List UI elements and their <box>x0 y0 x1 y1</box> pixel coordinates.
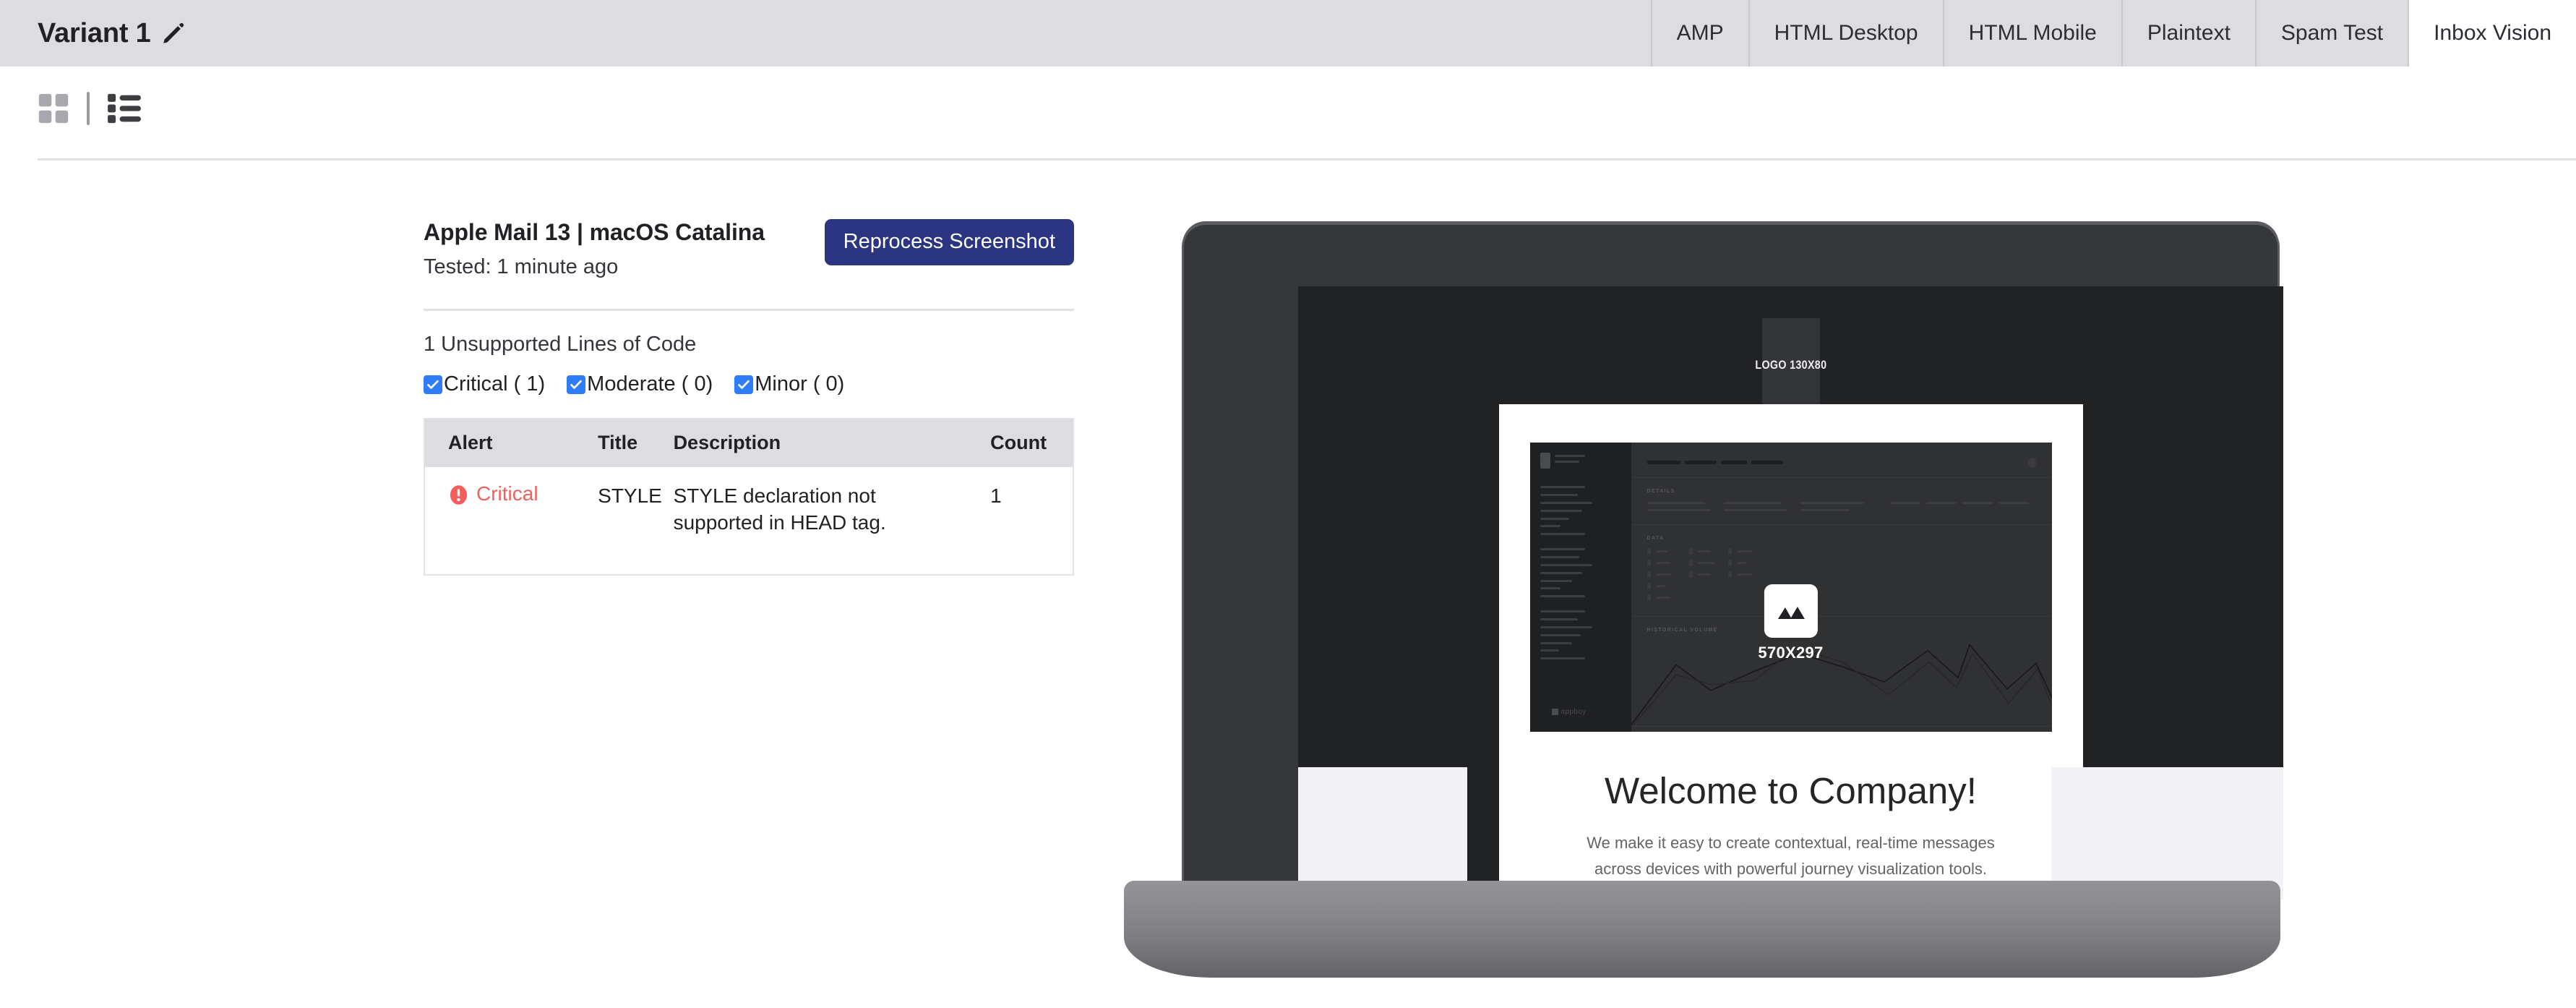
tested-timestamp: Tested: 1 minute ago <box>424 255 619 278</box>
laptop-base <box>1124 881 2280 978</box>
tab-html-desktop[interactable]: HTML Desktop <box>1748 0 1943 67</box>
dashboard-line-chart <box>1631 644 2052 728</box>
dashboard-brand: appboy <box>1560 708 1587 716</box>
cell-alert: Critical <box>424 467 598 575</box>
toolbar-divider <box>38 158 2576 161</box>
device-name: Apple Mail 13 | macOS Catalina <box>424 219 765 245</box>
header-spacer <box>186 0 1651 67</box>
email-screenshot-viewport: LOGO 130X80 appboy DETAILS DATA HISTORIC… <box>1298 286 2283 900</box>
tab-spam-test[interactable]: Spam Test <box>2254 0 2408 67</box>
column-header-count: Count <box>990 419 1073 468</box>
alerts-table-body: Critical STYLE STYLE declaration not sup… <box>424 467 1073 575</box>
table-row: Critical STYLE STYLE declaration not sup… <box>424 467 1073 575</box>
image-placeholder: 570X297 <box>1758 584 1823 662</box>
status-badge: Critical <box>448 483 598 505</box>
email-heading: Welcome to Company! <box>1605 770 1977 811</box>
alerts-table: Alert Title Description Count Critical S… <box>424 418 1074 576</box>
tab-amp[interactable]: AMP <box>1650 0 1748 67</box>
table-header-row: Alert Title Description Count <box>424 419 1073 468</box>
filter-minor-label: Minor ( 0) <box>755 372 845 396</box>
alerts-table-head: Alert Title Description Count <box>424 419 1073 468</box>
view-mode-toolbar <box>38 87 142 130</box>
email-right-gutter <box>2051 767 2283 900</box>
app-header: Variant 1 AMP HTML Desktop HTML Mobile P… <box>0 0 2576 67</box>
dashboard-section-historical: HISTORICAL VOLUME <box>1647 628 1718 633</box>
severity-filter-group: Critical ( 1) Moderate ( 0) Minor ( 0) <box>424 372 1074 396</box>
image-mountain-icon <box>1764 584 1818 638</box>
page-title: Variant 1 <box>38 17 151 48</box>
alert-severity-label: Critical <box>476 482 538 505</box>
dashboard-screenshot: appboy DETAILS DATA HISTORICAL VOLUME 57… <box>1529 443 2052 732</box>
inbox-vision-report: Apple Mail 13 | macOS Catalina Tested: 1… <box>424 219 1074 576</box>
unsupported-lines-summary: 1 Unsupported Lines of Code <box>424 333 697 356</box>
checkbox-minor[interactable] <box>734 375 754 394</box>
reprocess-screenshot-button[interactable]: Reprocess Screenshot <box>824 219 1074 265</box>
dashboard-main: DETAILS DATA HISTORICAL VOLUME <box>1631 443 2052 732</box>
variant-title-group: Variant 1 <box>0 0 186 67</box>
cell-description: STYLE declaration not supported in HEAD … <box>673 484 886 534</box>
filter-critical[interactable]: Critical ( 1) <box>424 372 545 396</box>
image-placeholder-label: 570X297 <box>1758 644 1824 662</box>
report-section-divider <box>424 309 1074 312</box>
pencil-icon[interactable] <box>161 21 186 46</box>
dashboard-sidebar: appboy <box>1529 443 1631 732</box>
preview-tabs: AMP HTML Desktop HTML Mobile Plaintext S… <box>1650 0 2576 67</box>
tab-plaintext[interactable]: Plaintext <box>2121 0 2255 67</box>
device-info: Apple Mail 13 | macOS Catalina Tested: 1… <box>424 219 825 279</box>
grid-view-icon[interactable] <box>38 93 69 124</box>
tab-inbox-vision[interactable]: Inbox Vision <box>2408 0 2576 67</box>
email-logo-label: LOGO 130X80 <box>1755 358 1826 372</box>
laptop-mockup: LOGO 130X80 appboy DETAILS DATA HISTORIC… <box>1124 217 2283 978</box>
alert-exclamation-icon <box>450 485 468 505</box>
tab-html-mobile[interactable]: HTML Mobile <box>1942 0 2121 67</box>
email-paragraph: We make it easy to create contextual, re… <box>1587 834 1995 878</box>
email-left-gutter <box>1298 767 1467 900</box>
cell-title: STYLE <box>598 484 662 508</box>
filter-critical-label: Critical ( 1) <box>444 372 546 396</box>
column-header-title: Title <box>598 419 674 468</box>
filter-moderate-label: Moderate ( 0) <box>587 372 713 396</box>
report-header: Apple Mail 13 | macOS Catalina Tested: 1… <box>424 219 1074 279</box>
filter-minor[interactable]: Minor ( 0) <box>734 372 844 396</box>
toolbar-separator <box>87 92 90 125</box>
email-body: appboy DETAILS DATA HISTORICAL VOLUME 57… <box>1498 404 2083 900</box>
checkbox-critical[interactable] <box>424 375 442 394</box>
email-logo-placeholder: LOGO 130X80 <box>1755 318 1826 412</box>
dashboard-section-data: DATA <box>1647 536 1665 541</box>
filter-moderate[interactable]: Moderate ( 0) <box>567 372 713 396</box>
checkbox-moderate[interactable] <box>567 375 586 394</box>
list-view-icon[interactable] <box>107 93 142 124</box>
column-header-description: Description <box>673 419 991 468</box>
dashboard-section-details: DETAILS <box>1647 489 1675 494</box>
laptop-lid: LOGO 130X80 appboy DETAILS DATA HISTORIC… <box>1184 225 2283 900</box>
cell-count: 1 <box>990 484 1002 508</box>
column-header-alert: Alert <box>424 419 598 468</box>
